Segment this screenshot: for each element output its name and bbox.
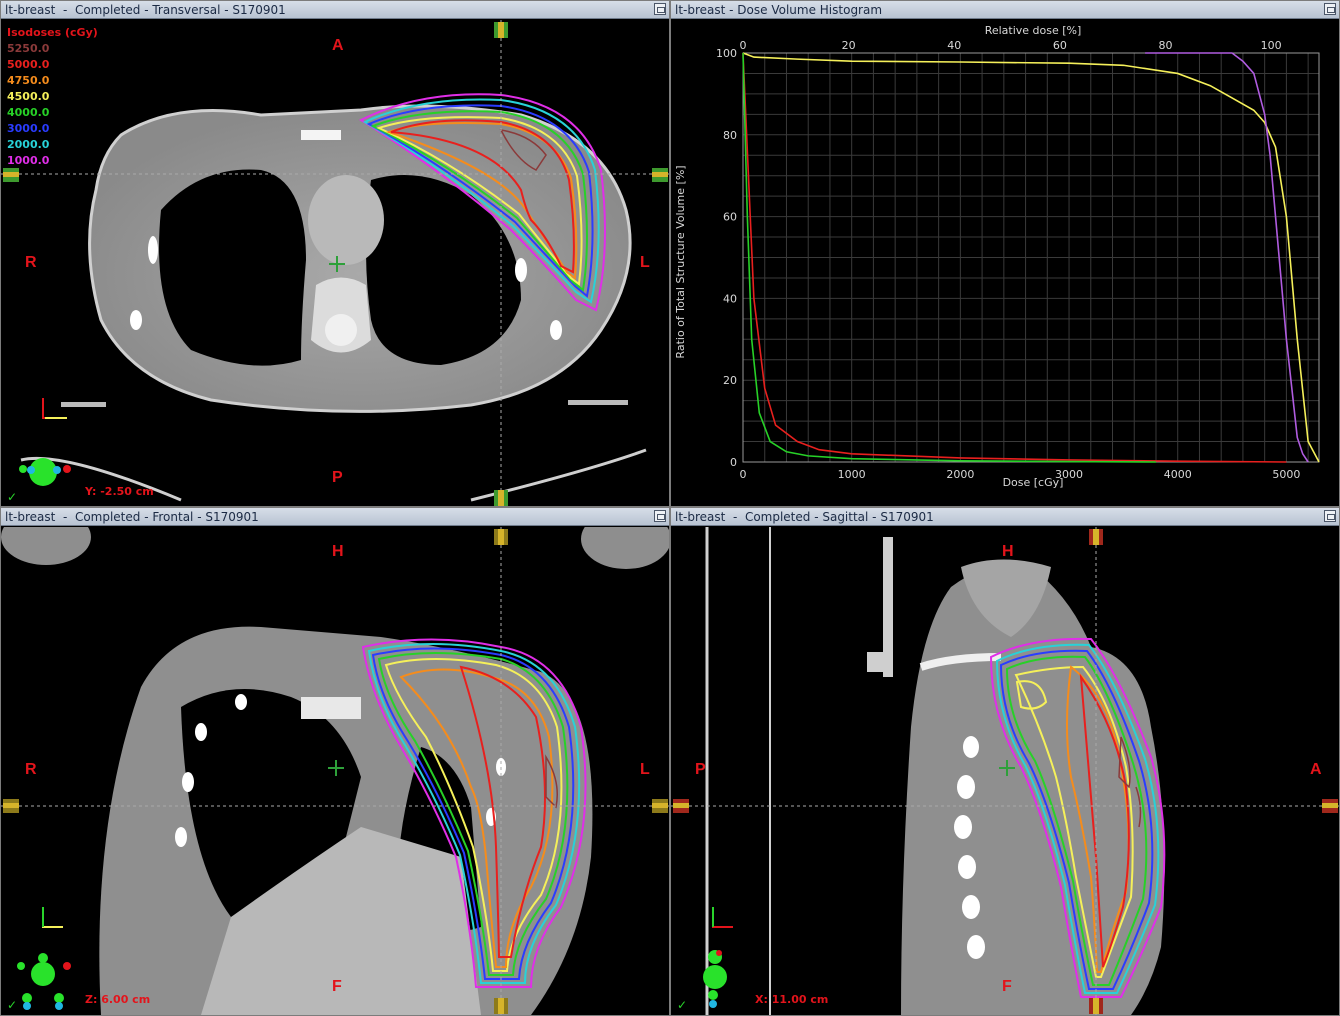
orient-bottom-label: P	[332, 469, 343, 486]
status-check-icon: ✓	[7, 490, 18, 504]
slice-coordinate: X: 11.00 cm	[755, 993, 829, 1006]
isodose-legend-title: Isodoses (cGy)	[7, 26, 98, 39]
status-check-icon: ✓	[677, 998, 688, 1012]
transversal-image-area[interactable]: Isodoses (cGy) 5250.0 5000.0 4750.0 4500.0 4…	[1, 20, 669, 506]
orient-top-label: H	[332, 543, 344, 560]
sagittal-image-area[interactable]: H F P A X: 11.00 cm ✓	[671, 527, 1339, 1015]
x2-tick-label: 60	[1053, 39, 1067, 52]
sagittal-view-pane[interactable]: lt-breast - Completed - Sagittal - S1709…	[670, 507, 1340, 1016]
frontal-view-pane[interactable]: lt-breast - Completed - Frontal - S17090…	[0, 507, 670, 1016]
frontal-image-area[interactable]: H F R L Z: 6.00 cm ✓	[1, 509, 669, 1015]
isodose-level-2000.0: 2000.0	[7, 138, 50, 151]
isodose-level-5250.0: 5250.0	[7, 42, 50, 55]
sagittal-title-bar: lt-breast - Completed - Sagittal - S1709…	[671, 508, 1339, 526]
x2-tick-label: 0	[740, 39, 747, 52]
orient-top-label: H	[1002, 543, 1014, 560]
orient-left-label: R	[25, 254, 37, 271]
slice-coordinate: Y: -2.50 cm	[85, 485, 154, 498]
dvh-grid	[742, 52, 1320, 463]
dvh-chart-area[interactable]: 0 1000 2000 3000 4000 5000 0 20 40 60 80 100 0 20 40 60…	[671, 20, 1339, 506]
y-tick-label: 40	[723, 292, 737, 305]
y-tick-label: 0	[730, 456, 737, 469]
isodose-level-list: 5250.0 5000.0 4750.0 4500.0 4000.0 3000.0 2000…	[7, 41, 98, 169]
y-tick-label: 20	[723, 374, 737, 387]
transversal-ct-image	[1, 20, 669, 506]
slice-coordinate: Z: 6.00 cm	[85, 993, 151, 1006]
frontal-title-bar: lt-breast - Completed - Frontal - S17090…	[1, 508, 669, 526]
transversal-title-bar: lt-breast - Completed - Transversal - S1…	[1, 1, 669, 19]
orient-bottom-label: F	[1002, 978, 1012, 995]
orient-left-label: P	[695, 761, 706, 778]
x-tick-label: 4000	[1164, 468, 1192, 481]
x-tick-label: 2000	[946, 468, 974, 481]
x-tick-label: 1000	[838, 468, 866, 481]
orient-bottom-label: F	[332, 978, 342, 995]
y-tick-label: 80	[723, 129, 737, 142]
dvh-title: lt-breast - Dose Volume Histogram	[675, 3, 883, 17]
x-tick-label: 0	[740, 468, 747, 481]
sagittal-title: lt-breast - Completed - Sagittal - S1709…	[675, 510, 934, 524]
isodose-legend: Isodoses (cGy) 5250.0 5000.0 4750.0 4500.0 4…	[7, 25, 98, 169]
frontal-ct-image	[1, 509, 669, 1015]
orient-right-label: L	[640, 761, 650, 778]
x2-tick-label: 40	[947, 39, 961, 52]
dvh-chart: 0 1000 2000 3000 4000 50000 20 40 60 80 1000204060…	[674, 24, 1320, 489]
patient-orientation-icon[interactable]	[695, 947, 735, 1009]
sagittal-maximize-icon[interactable]	[1324, 510, 1336, 522]
x2-tick-label: 20	[842, 39, 856, 52]
x2-tick-label: 80	[1159, 39, 1173, 52]
frontal-maximize-icon[interactable]	[654, 510, 666, 522]
isodose-level-1000.0: 1000.0	[7, 154, 50, 167]
y-tick-label: 100	[716, 47, 737, 60]
sagittal-ct-image	[671, 527, 1339, 1015]
transversal-title: lt-breast - Completed - Transversal - S1…	[5, 3, 286, 17]
transversal-maximize-icon[interactable]	[654, 3, 666, 15]
isodose-level-4500.0: 4500.0	[7, 90, 50, 103]
dvh-title-bar: lt-breast - Dose Volume Histogram	[671, 1, 1339, 19]
orient-top-label: A	[332, 37, 344, 54]
orient-left-label: R	[25, 761, 37, 778]
patient-orientation-icon[interactable]	[15, 454, 73, 490]
dvh-x-label: Dose [cGy]	[1003, 476, 1064, 489]
patient-orientation-icon[interactable]	[11, 952, 75, 1010]
transversal-view-pane[interactable]: lt-breast - Completed - Transversal - S1…	[0, 0, 670, 507]
isodose-level-5000.0: 5000.0	[7, 58, 50, 71]
isodose-level-4750.0: 4750.0	[7, 74, 50, 87]
dvh-ticks: 0 1000 2000 3000 4000 50000 20 40 60 80 1000204060…	[716, 39, 1300, 481]
frontal-title: lt-breast - Completed - Frontal - S17090…	[5, 510, 259, 524]
status-check-icon: ✓	[7, 998, 18, 1012]
isodose-level-3000.0: 3000.0	[7, 122, 50, 135]
isodose-level-4000.0: 4000.0	[7, 106, 50, 119]
dvh-pane[interactable]: lt-breast - Dose Volume Histogram 0 1000 2…	[670, 0, 1340, 507]
orient-right-label: A	[1310, 761, 1322, 778]
x2-tick-label: 100	[1261, 39, 1282, 52]
dvh-y-label: Ratio of Total Structure Volume [%]	[674, 165, 687, 358]
dvh-x2-label: Relative dose [%]	[985, 24, 1082, 37]
dvh-maximize-icon[interactable]	[1324, 3, 1336, 15]
orient-right-label: L	[640, 254, 650, 271]
y-tick-label: 60	[723, 211, 737, 224]
x-tick-label: 5000	[1272, 468, 1300, 481]
